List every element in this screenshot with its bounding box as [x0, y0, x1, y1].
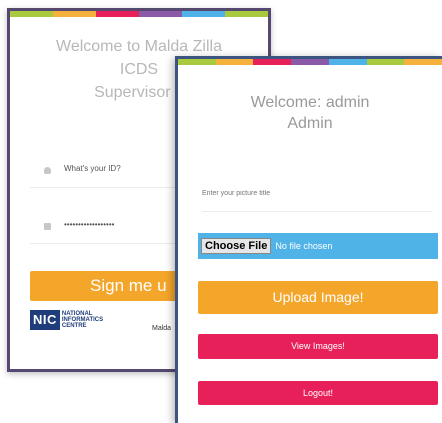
logout-button[interactable]: Logout!: [198, 381, 438, 405]
password-value: ••••••••••••••••••: [64, 220, 115, 229]
file-picker[interactable]: Choose File No file chosen: [198, 233, 438, 259]
user-icon: [44, 167, 51, 174]
lock-icon: [44, 223, 51, 230]
upload-image-button[interactable]: Upload Image!: [198, 281, 438, 314]
user-id-placeholder: What's your ID?: [64, 164, 121, 173]
choose-file-button[interactable]: Choose File: [201, 238, 272, 254]
nic-logo: NIC NATIONAL INFORMATICS CENTRE: [30, 309, 103, 331]
view-images-button[interactable]: View Images!: [198, 334, 438, 359]
login-title-line-1: Welcome to Malda Zilla: [56, 38, 222, 55]
nic-logo-abbr: NIC: [30, 310, 60, 330]
admin-welcome-line-1: Welcome: admin: [250, 94, 370, 111]
admin-welcome-line-2: Admin: [287, 115, 333, 132]
no-file-chosen-label: No file chosen: [275, 241, 333, 251]
admin-welcome-title: Welcome: admin Admin: [178, 92, 442, 134]
admin-panel: Welcome: admin Admin Choose File No file…: [175, 56, 442, 423]
nic-location: Malda: [152, 325, 172, 332]
nic-logo-line-3: CENTRE: [61, 323, 87, 329]
picture-title-input[interactable]: [202, 176, 432, 212]
color-stripe: [10, 11, 268, 17]
nic-logo-text: NATIONAL INFORMATICS CENTRE: [62, 311, 103, 329]
color-stripe: [178, 59, 442, 65]
